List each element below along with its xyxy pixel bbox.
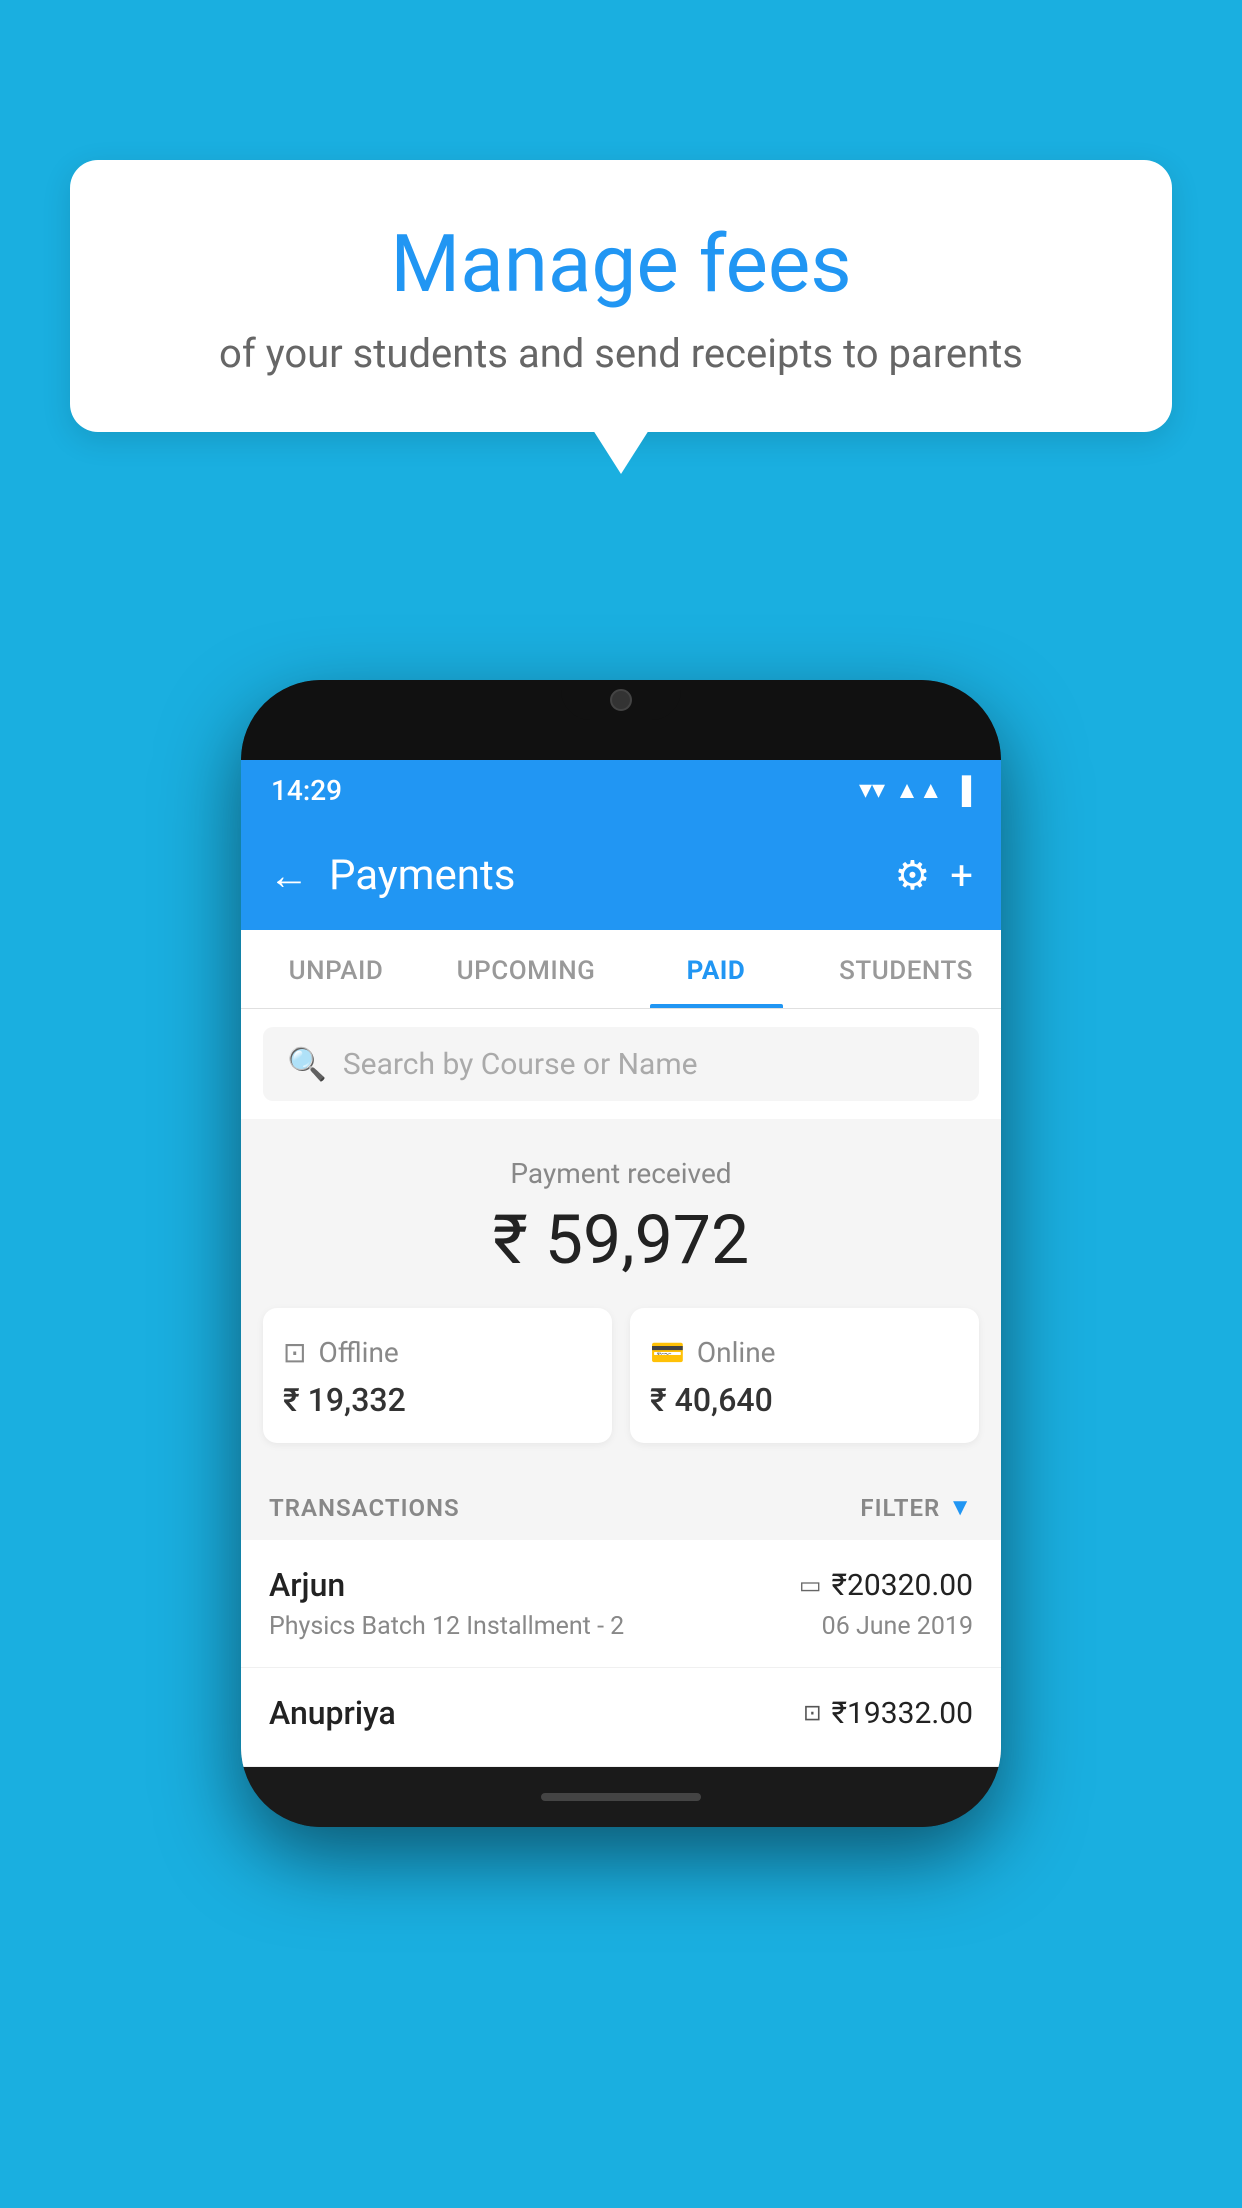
transactions-header: TRANSACTIONS FILTER ▼ <box>241 1471 1001 1540</box>
home-indicator <box>541 1793 701 1801</box>
settings-icon[interactable]: ⚙ <box>894 852 930 899</box>
table-row[interactable]: Arjun ▭ ₹20320.00 Physics Batch 12 Insta… <box>241 1540 1001 1668</box>
bubble-subtitle: of your students and send receipts to pa… <box>120 330 1122 377</box>
transaction-row-top: Anupriya ⊡ ₹19332.00 <box>269 1694 973 1732</box>
app-background: Manage fees of your students and send re… <box>0 0 1242 2208</box>
transactions-label: TRANSACTIONS <box>269 1494 460 1522</box>
phone-top-bezel <box>241 680 1001 760</box>
search-bar[interactable]: 🔍 Search by Course or Name <box>263 1027 979 1101</box>
front-camera <box>610 689 632 711</box>
search-input[interactable]: Search by Course or Name <box>343 1047 698 1082</box>
transaction-amount-row: ▭ ₹20320.00 <box>799 1568 973 1603</box>
app-header: ← Payments ⚙ + <box>241 820 1001 930</box>
wifi-icon: ▾▾ <box>859 775 885 805</box>
filter-icon: ▼ <box>948 1493 973 1522</box>
add-button[interactable]: + <box>950 852 973 899</box>
transaction-amount: ₹19332.00 <box>832 1696 973 1731</box>
offline-label: Offline <box>318 1336 398 1369</box>
table-row[interactable]: Anupriya ⊡ ₹19332.00 <box>241 1668 1001 1767</box>
transaction-row-top: Arjun ▭ ₹20320.00 <box>269 1566 973 1604</box>
payment-total-amount: ₹ 59,972 <box>263 1200 979 1280</box>
battery-icon: ▐ <box>953 775 971 806</box>
filter-label: FILTER <box>860 1494 940 1522</box>
payment-cards: ⊡ Offline ₹ 19,332 💳 Online ₹ 40,640 <box>263 1308 979 1443</box>
tab-upcoming[interactable]: UPCOMING <box>431 930 621 1008</box>
phone-notch <box>561 680 681 720</box>
tab-bar: UNPAID UPCOMING PAID STUDENTS <box>241 930 1001 1009</box>
online-label: Online <box>697 1336 776 1369</box>
status-icons: ▾▾ ▲▲ ▐ <box>859 775 971 806</box>
payment-received-label: Payment received <box>263 1157 979 1190</box>
filter-button[interactable]: FILTER ▼ <box>860 1493 973 1522</box>
transaction-amount-row: ⊡ ₹19332.00 <box>803 1696 973 1731</box>
offline-icon: ⊡ <box>283 1336 306 1369</box>
bubble-title: Manage fees <box>120 220 1122 308</box>
transaction-amount: ₹20320.00 <box>832 1568 973 1603</box>
transaction-name: Arjun <box>269 1566 345 1604</box>
tab-unpaid[interactable]: UNPAID <box>241 930 431 1008</box>
offline-amount: ₹ 19,332 <box>283 1381 592 1419</box>
speech-bubble: Manage fees of your students and send re… <box>70 160 1172 432</box>
search-container: 🔍 Search by Course or Name <box>241 1009 1001 1119</box>
phone-screen: 🔍 Search by Course or Name Payment recei… <box>241 1009 1001 1767</box>
cash-payment-icon: ⊡ <box>803 1701 821 1726</box>
tab-students[interactable]: STUDENTS <box>811 930 1001 1008</box>
online-payment-card: 💳 Online ₹ 40,640 <box>630 1308 979 1443</box>
signal-icon: ▲▲ <box>895 776 943 805</box>
back-button[interactable]: ← <box>269 852 309 899</box>
payment-received-section: Payment received ₹ 59,972 ⊡ Offline ₹ 19… <box>241 1119 1001 1471</box>
card-payment-icon: ▭ <box>799 1571 822 1599</box>
online-icon: 💳 <box>650 1336 685 1369</box>
phone-frame: 14:29 ▾▾ ▲▲ ▐ ← Payments ⚙ + UNPAID <box>241 680 1001 1827</box>
transaction-list: Arjun ▭ ₹20320.00 Physics Batch 12 Insta… <box>241 1540 1001 1767</box>
transaction-row-bottom: Physics Batch 12 Installment - 2 06 June… <box>269 1612 973 1641</box>
online-amount: ₹ 40,640 <box>650 1381 959 1419</box>
online-card-header: 💳 Online <box>650 1336 959 1369</box>
transaction-course: Physics Batch 12 Installment - 2 <box>269 1612 624 1641</box>
offline-card-header: ⊡ Offline <box>283 1336 592 1369</box>
phone-bottom-bezel <box>241 1767 1001 1827</box>
search-icon: 🔍 <box>287 1045 327 1083</box>
transaction-date: 06 June 2019 <box>822 1612 973 1641</box>
offline-payment-card: ⊡ Offline ₹ 19,332 <box>263 1308 612 1443</box>
page-title: Payments <box>329 851 894 900</box>
header-actions: ⚙ + <box>894 852 973 899</box>
status-bar: 14:29 ▾▾ ▲▲ ▐ <box>241 760 1001 820</box>
transaction-name: Anupriya <box>269 1694 396 1732</box>
tab-paid[interactable]: PAID <box>621 930 811 1008</box>
status-time: 14:29 <box>271 774 342 807</box>
phone-frame-container: 14:29 ▾▾ ▲▲ ▐ ← Payments ⚙ + UNPAID <box>241 680 1001 1827</box>
